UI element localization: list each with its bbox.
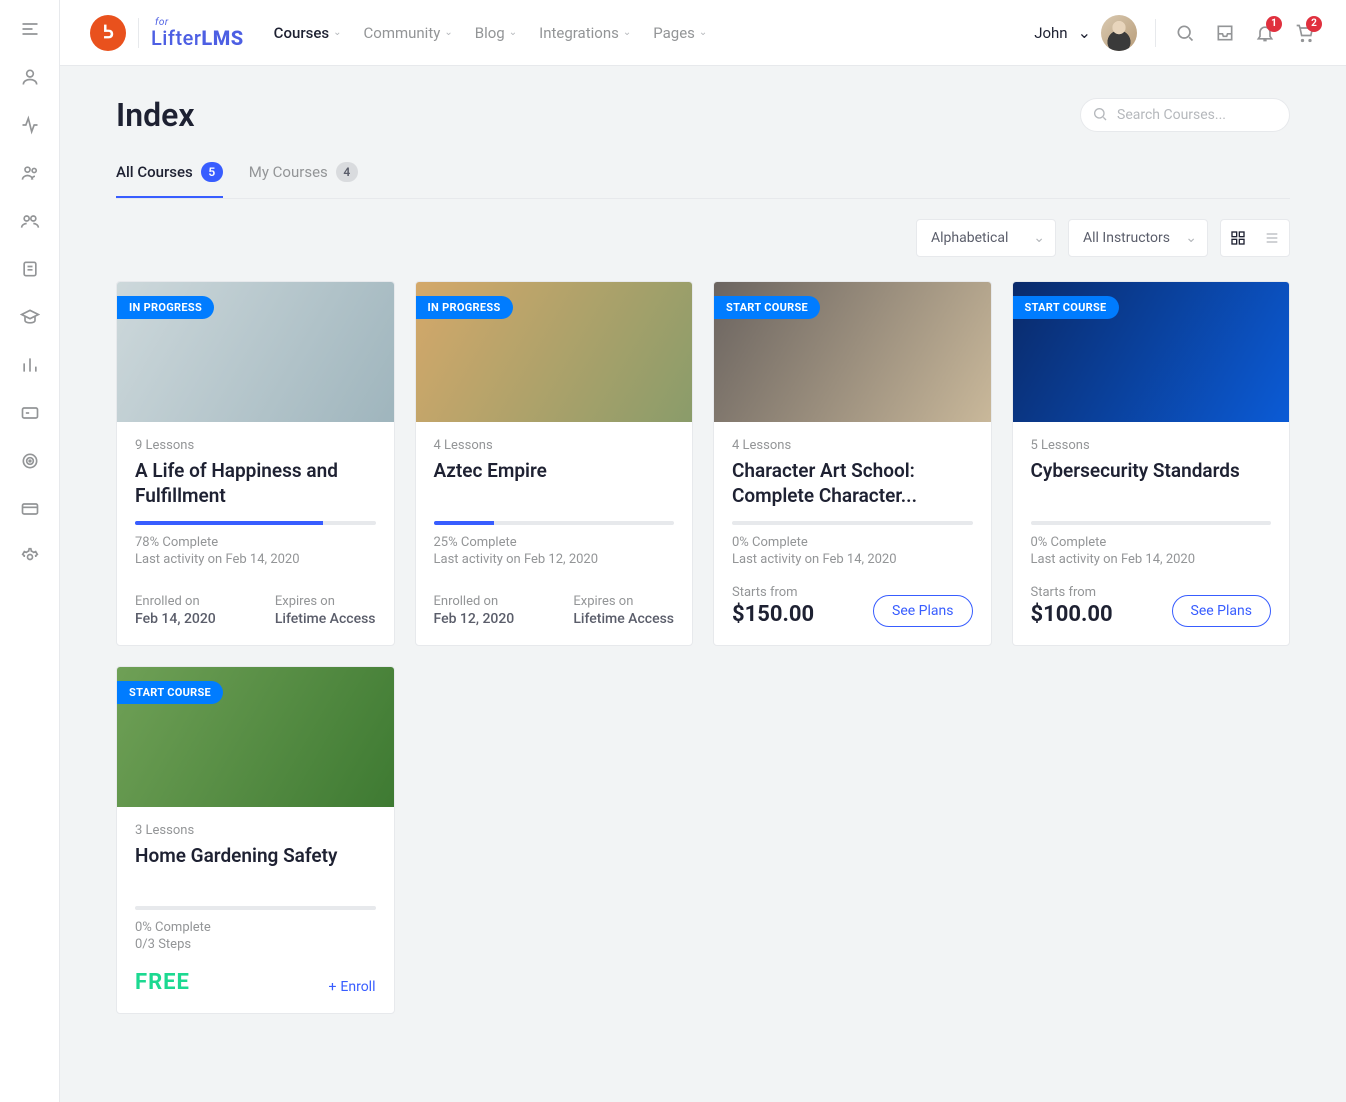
payment-icon[interactable] [19, 498, 41, 520]
status-badge: START COURSE [714, 296, 820, 319]
course-title: Character Art School: Complete Character… [732, 459, 973, 509]
complete-text: 0% Complete [135, 920, 376, 935]
grid-view-button[interactable] [1221, 220, 1255, 256]
lesson-count: 3 Lessons [135, 823, 376, 838]
sidebar-rail [0, 0, 60, 1102]
user-icon[interactable] [19, 66, 41, 88]
members-icon[interactable] [19, 210, 41, 232]
avatar [1101, 15, 1137, 51]
page-title: Index [116, 96, 195, 134]
sort-select[interactable]: Alphabetical [916, 219, 1056, 257]
lesson-count: 9 Lessons [135, 438, 376, 453]
activity-text: Last activity on Feb 14, 2020 [1031, 552, 1272, 567]
tab-all-courses[interactable]: All Courses5 [116, 148, 223, 198]
course-image: START COURSE [714, 282, 991, 422]
activity-text: Last activity on Feb 14, 2020 [135, 552, 376, 567]
nav-community[interactable]: Community⌄ [364, 24, 453, 42]
nav-integrations[interactable]: Integrations⌄ [539, 24, 631, 42]
course-price: $150.00 [732, 602, 814, 627]
course-card[interactable]: START COURSE 4 Lessons Character Art Schoo… [713, 281, 992, 646]
progress-bar [1031, 521, 1272, 525]
course-title: Cybersecurity Standards [1031, 459, 1272, 509]
complete-text: 78% Complete [135, 535, 376, 550]
course-image: IN PROGRESS [117, 282, 394, 422]
course-title: A Life of Happiness and Fulfillment [135, 459, 376, 509]
status-badge: START COURSE [1013, 296, 1119, 319]
course-card[interactable]: IN PROGRESS 9 Lessons A Life of Happiness … [116, 281, 395, 646]
logo[interactable]: ᕊ for LifterLMS [90, 15, 244, 51]
course-image: IN PROGRESS [416, 282, 693, 422]
activity-text: 0/3 Steps [135, 937, 376, 952]
progress-bar [434, 521, 675, 525]
lesson-count: 4 Lessons [732, 438, 973, 453]
activity-text: Last activity on Feb 14, 2020 [732, 552, 973, 567]
cart-icon[interactable]: 2 [1294, 22, 1316, 44]
inbox-icon[interactable] [1214, 22, 1236, 44]
chevron-down-icon: ⌄ [1078, 23, 1091, 42]
chevron-down-icon: ⌄ [509, 27, 517, 38]
complete-text: 0% Complete [1031, 535, 1272, 550]
course-title: Aztec Empire [434, 459, 675, 509]
document-icon[interactable] [19, 258, 41, 280]
course-grid: IN PROGRESS 9 Lessons A Life of Happiness … [116, 281, 1290, 1014]
logo-badge-icon: ᕊ [90, 15, 126, 51]
course-image: START COURSE [117, 667, 394, 807]
tab-count: 4 [336, 162, 358, 182]
course-image: START COURSE [1013, 282, 1290, 422]
enroll-button[interactable]: + Enroll [328, 979, 375, 995]
menu-icon[interactable] [19, 18, 41, 40]
course-card[interactable]: IN PROGRESS 4 Lessons Aztec Empire 25% Comp… [415, 281, 694, 646]
course-card[interactable]: START COURSE 3 Lessons Home Gardening Safe… [116, 666, 395, 1014]
list-view-button[interactable] [1255, 220, 1289, 256]
course-title: Home Gardening Safety [135, 844, 376, 894]
lesson-count: 5 Lessons [1031, 438, 1272, 453]
status-badge: IN PROGRESS [416, 296, 513, 319]
progress-bar [732, 521, 973, 525]
nav-blog[interactable]: Blog⌄ [475, 24, 517, 42]
chevron-down-icon: ⌄ [333, 27, 341, 38]
activity-icon[interactable] [19, 114, 41, 136]
search-icon [1092, 106, 1108, 122]
plus-icon: + [328, 979, 336, 995]
complete-text: 25% Complete [434, 535, 675, 550]
nav-courses[interactable]: Courses⌄ [274, 24, 342, 42]
course-card[interactable]: START COURSE 5 Lessons Cybersecurity Stand… [1012, 281, 1291, 646]
activity-text: Last activity on Feb 12, 2020 [434, 552, 675, 567]
progress-bar [135, 906, 376, 910]
view-toggle [1220, 219, 1290, 257]
bell-icon[interactable]: 1 [1254, 22, 1276, 44]
user-menu[interactable]: John ⌄ [1034, 15, 1137, 51]
course-tabs: All Courses5 My Courses4 [116, 148, 1290, 199]
cart-badge: 2 [1306, 16, 1322, 32]
course-price: FREE [135, 970, 190, 995]
stats-icon[interactable] [19, 354, 41, 376]
progress-bar [135, 521, 376, 525]
lesson-count: 4 Lessons [434, 438, 675, 453]
course-price: $100.00 [1031, 602, 1113, 627]
search-input[interactable] [1080, 98, 1290, 132]
chevron-down-icon: ⌄ [444, 27, 452, 38]
graduation-icon[interactable] [19, 306, 41, 328]
complete-text: 0% Complete [732, 535, 973, 550]
user-name: John [1034, 24, 1067, 42]
notification-badge: 1 [1266, 16, 1282, 32]
instructor-select[interactable]: All Instructors [1068, 219, 1208, 257]
chevron-down-icon: ⌄ [699, 27, 707, 38]
settings-icon[interactable] [19, 546, 41, 568]
status-badge: START COURSE [117, 681, 223, 704]
see-plans-button[interactable]: See Plans [1172, 595, 1271, 627]
main-nav: Courses⌄ Community⌄ Blog⌄ Integrations⌄ Page… [274, 24, 708, 42]
see-plans-button[interactable]: See Plans [873, 595, 972, 627]
course-search [1080, 98, 1290, 132]
chevron-down-icon: ⌄ [623, 27, 631, 38]
groups-icon[interactable] [19, 162, 41, 184]
target-icon[interactable] [19, 450, 41, 472]
status-badge: IN PROGRESS [117, 296, 214, 319]
nav-pages[interactable]: Pages⌄ [653, 24, 707, 42]
search-icon[interactable] [1174, 22, 1196, 44]
topbar: ᕊ for LifterLMS Courses⌄ Community⌄ Blog⌄ I… [60, 0, 1346, 66]
card-icon[interactable] [19, 402, 41, 424]
tab-my-courses[interactable]: My Courses4 [249, 148, 358, 198]
tab-count: 5 [201, 162, 223, 182]
